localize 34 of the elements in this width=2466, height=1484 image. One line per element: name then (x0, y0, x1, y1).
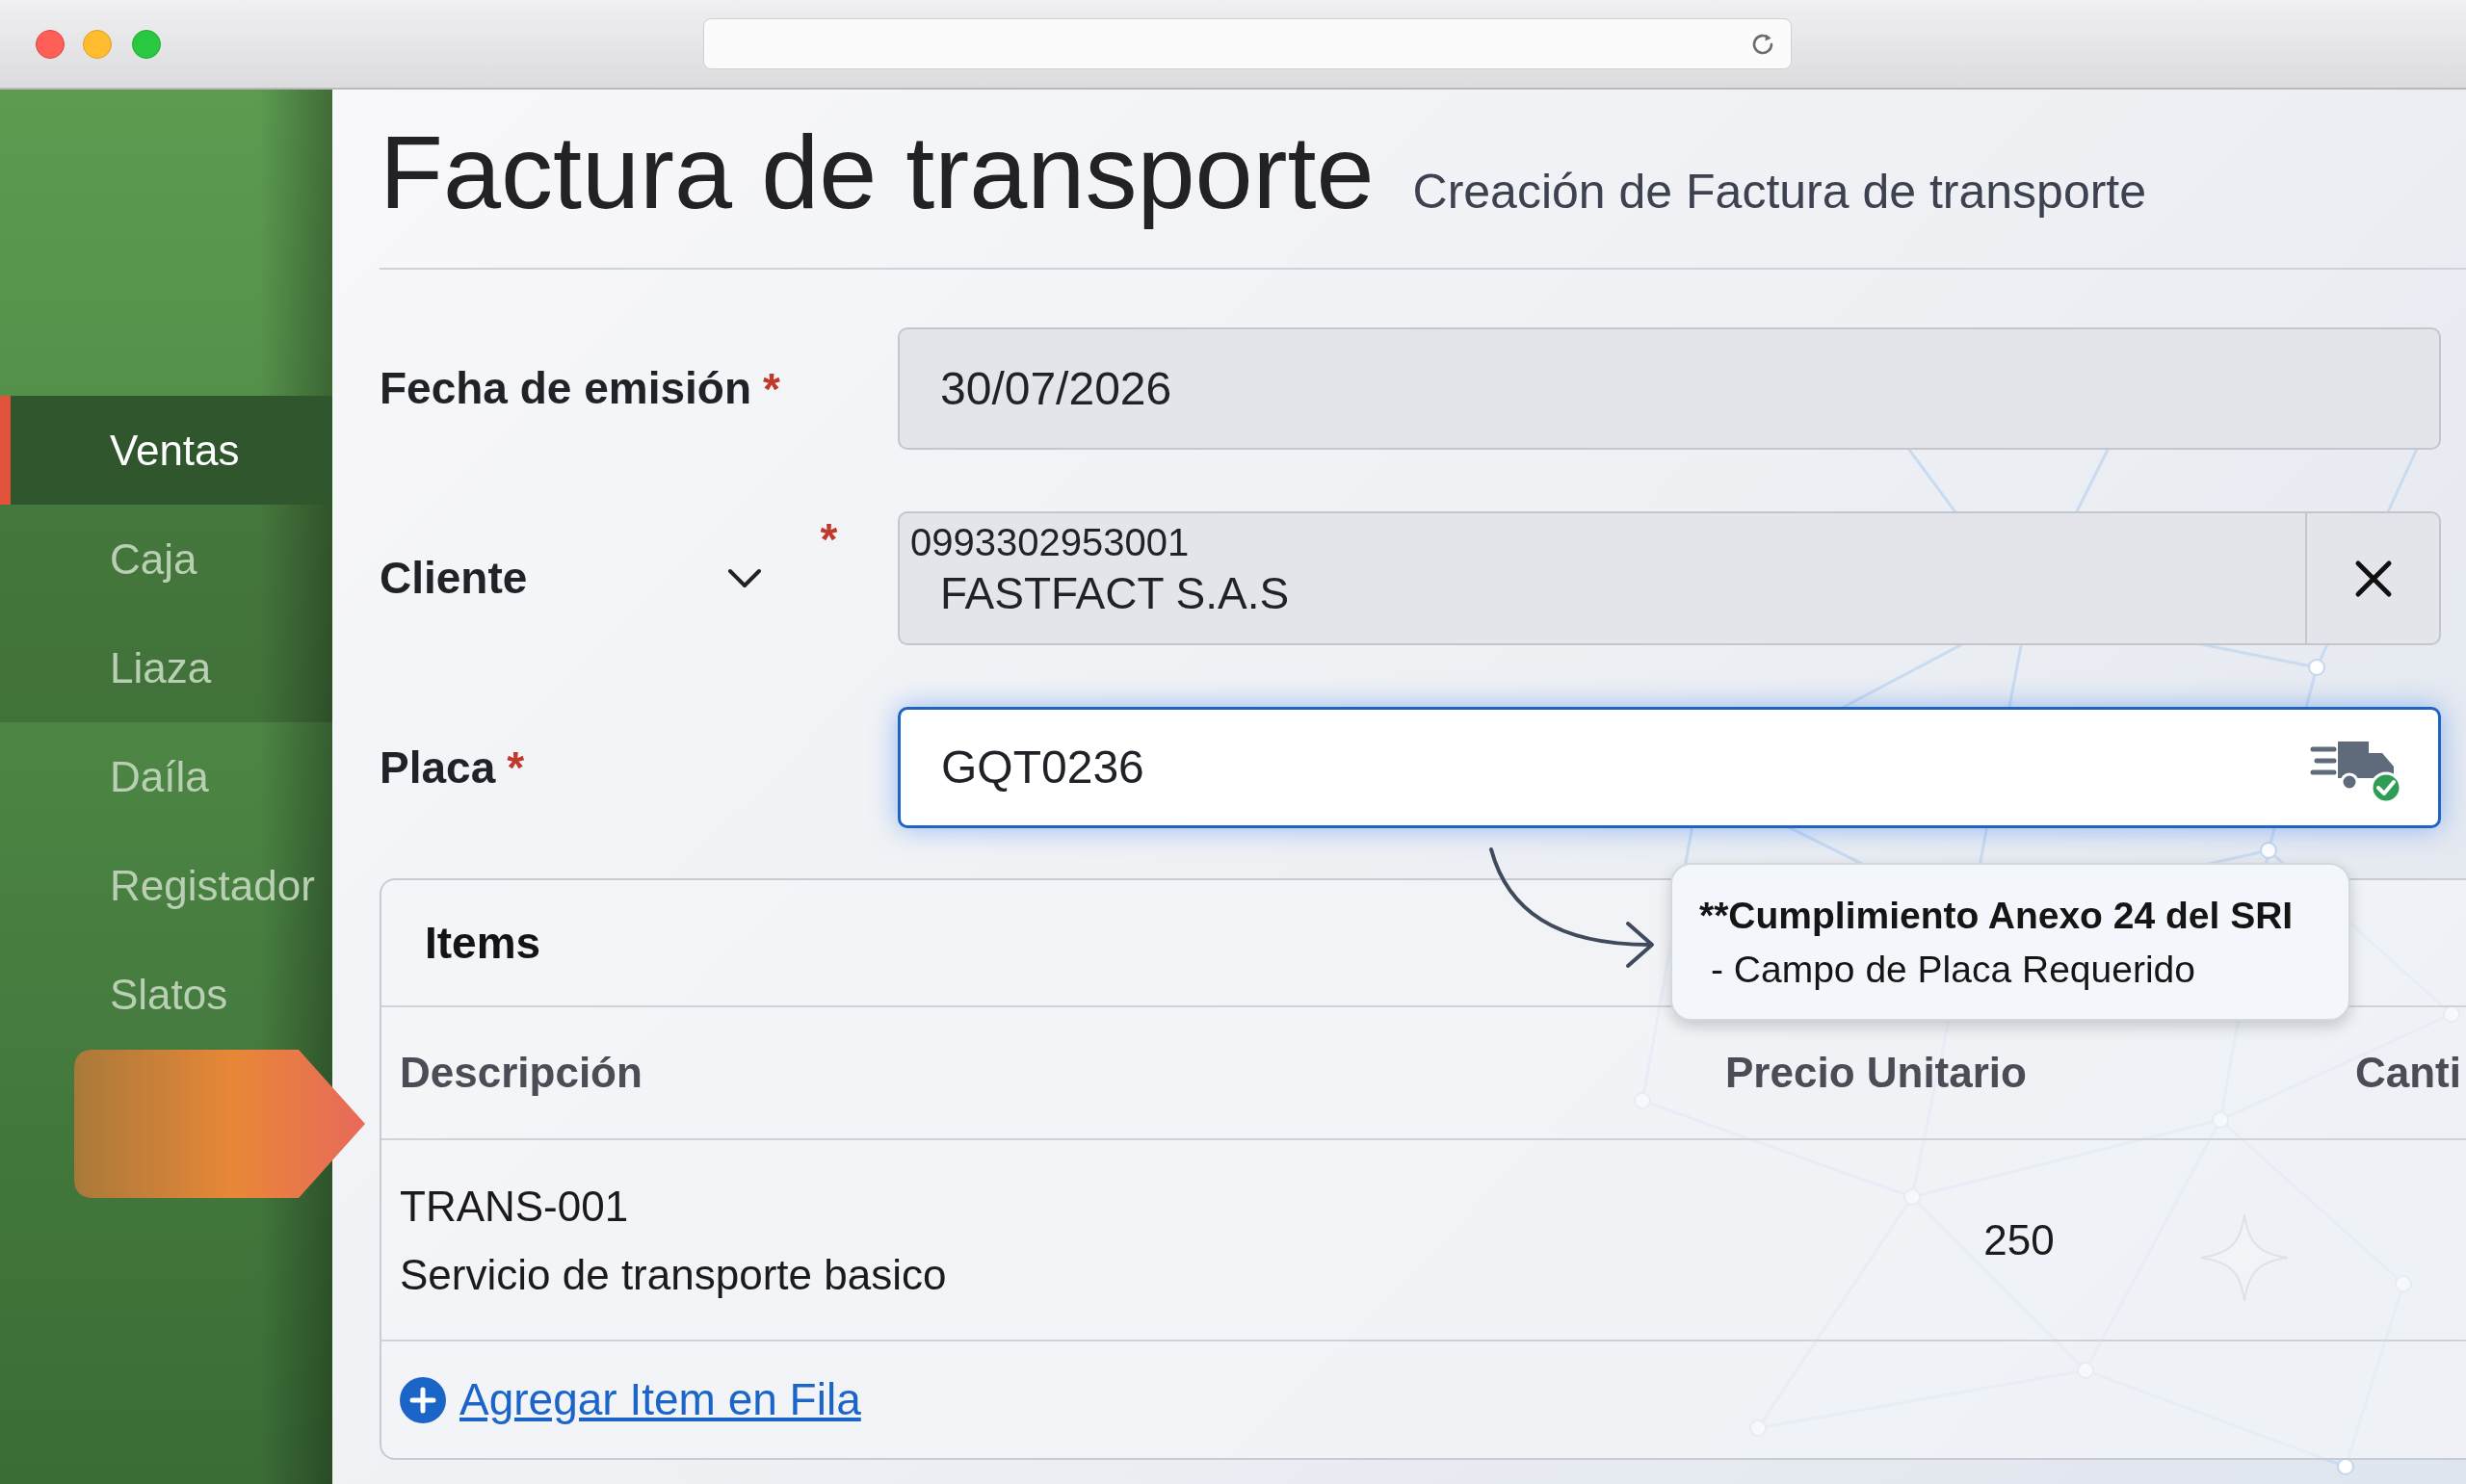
client-name: FASTFACT S.A.S (940, 571, 1290, 615)
sidebar-item[interactable]: Registador (0, 831, 332, 940)
page-subtitle: Creación de Factura de transporte (1412, 164, 2147, 221)
column-header: Descripción (400, 1048, 643, 1098)
required-asterisk: * (763, 366, 780, 411)
sidebar-item[interactable]: Ventas (0, 396, 332, 505)
address-field[interactable] (703, 18, 1792, 69)
required-asterisk: * (820, 517, 838, 561)
field-label: Cliente (380, 552, 528, 605)
table-cell-text: 250 (1983, 1214, 2055, 1265)
plus-circle-icon[interactable] (400, 1376, 446, 1423)
sidebar-item[interactable]: Caja (0, 505, 332, 613)
close-icon (2353, 559, 2393, 598)
sidebar-item[interactable]: Daíla (0, 722, 332, 831)
chevron-down-icon[interactable] (727, 567, 763, 589)
field-label: Fecha de emisión (380, 362, 751, 415)
page-title: Factura de transporte (380, 113, 1375, 232)
field-label: Placa (380, 741, 496, 794)
sidebar-item[interactable]: Liaza (0, 613, 332, 722)
required-asterisk: * (507, 745, 525, 790)
client-select-field[interactable]: 0993302953001 FASTFACT S.A.S (898, 511, 2441, 645)
client-code: 0993302953001 (909, 523, 1190, 561)
add-item-link[interactable]: Agregar Item en Fila (459, 1367, 861, 1433)
window-close-button[interactable] (36, 29, 65, 59)
sidebar-item[interactable]: Slatos (0, 940, 332, 1049)
date-field[interactable]: 30/07/2026 (898, 327, 2441, 450)
card-title: Items (425, 916, 541, 970)
callout-title: **Cumplimiento Anexo 24 del SRI (1699, 894, 2294, 938)
item-code: TRANS-001 (400, 1181, 629, 1232)
column-header: Precio Unitario (1725, 1048, 2027, 1098)
plate-input-field[interactable]: GQT0236 (898, 707, 2441, 828)
item-description: Servicio de transporte basico (400, 1249, 947, 1300)
callout-text: - Campo de Placa Requerido (1711, 948, 2195, 992)
column-header: Canti (2355, 1048, 2461, 1098)
